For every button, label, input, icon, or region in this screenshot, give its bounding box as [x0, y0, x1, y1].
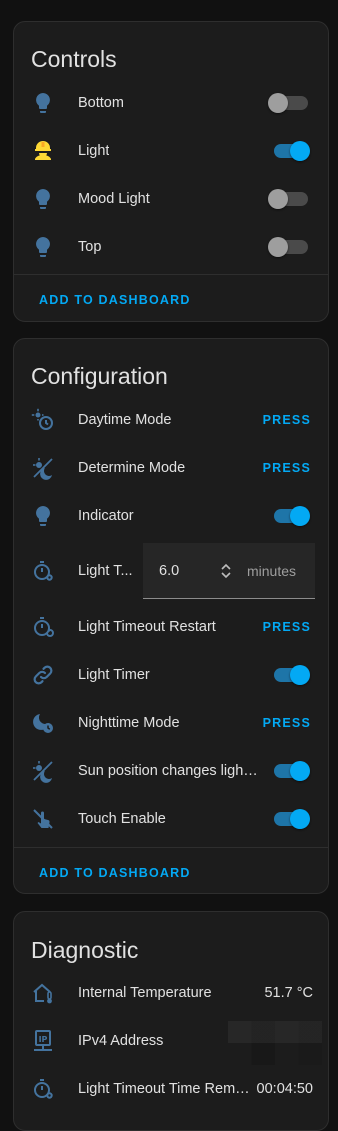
number-value: 6.0 [159, 563, 180, 579]
home-thermometer-icon [31, 981, 55, 1005]
press-button[interactable]: PRESS [263, 603, 311, 651]
entity-label: Top [78, 239, 102, 255]
entity-row-light-timeout-restart: Light Timeout Restart PRESS [14, 603, 328, 651]
sensor-value: 51.7 °C [264, 985, 313, 1001]
entity-label: Light [78, 143, 110, 159]
entity-label: Light Timer [78, 667, 150, 683]
spinner-arrows-icon[interactable] [220, 562, 232, 580]
svg-text:IP: IP [39, 1035, 48, 1044]
entity-row-light-timeout: Light T... 6.0 minutes [14, 543, 328, 599]
entity-row-indicator[interactable]: Indicator [14, 492, 328, 540]
entity-row-internal-temperature[interactable]: Internal Temperature 51.7 °C [14, 969, 328, 1017]
toggle-switch[interactable] [272, 665, 310, 685]
divider [14, 847, 328, 848]
lightbulb-icon [31, 504, 55, 528]
worker-helmet-icon [31, 139, 55, 163]
controls-card: Controls Bottom Light Mood Light Top ADD… [13, 21, 329, 322]
entity-label: Light T... [78, 563, 133, 579]
entity-row-daytime-mode: Daytime Mode PRESS [14, 396, 328, 444]
entity-label: Light Timeout Time Remai... [78, 1081, 254, 1097]
entity-row-light-timer[interactable]: Light Timer [14, 651, 328, 699]
redacted-value [228, 1021, 322, 1065]
entity-label: Touch Enable [78, 811, 166, 827]
toggle-switch[interactable] [272, 506, 310, 526]
entity-label: Sun position changes light ... [78, 763, 258, 779]
entity-row-nighttime-mode: Nighttime Mode PRESS [14, 699, 328, 747]
add-to-dashboard-button[interactable]: ADD TO DASHBOARD [39, 866, 191, 880]
card-title: Configuration [31, 363, 168, 389]
entity-label: Mood Light [78, 191, 150, 207]
card-title: Diagnostic [31, 937, 139, 963]
press-button[interactable]: PRESS [263, 444, 311, 492]
lightbulb-icon [31, 187, 55, 211]
entity-row-determine-mode: Determine Mode PRESS [14, 444, 328, 492]
ip-network-icon: IP [31, 1029, 55, 1053]
toggle-switch[interactable] [272, 141, 310, 161]
lightbulb-icon [31, 91, 55, 115]
entity-row-touch-enable[interactable]: Touch Enable [14, 795, 328, 843]
toggle-switch[interactable] [268, 189, 308, 209]
lightbulb-icon [31, 235, 55, 259]
toggle-switch[interactable] [268, 93, 308, 113]
entity-label: Indicator [78, 508, 134, 524]
toggle-switch[interactable] [272, 761, 310, 781]
entity-label: Bottom [78, 95, 124, 111]
diagnostic-card: Diagnostic Internal Temperature 51.7 °C … [13, 911, 329, 1131]
gesture-tap-off-icon [31, 807, 55, 831]
timer-refresh-icon [31, 615, 55, 639]
entity-row-ipv4-address[interactable]: IP IPv4 Address [14, 1017, 328, 1065]
toggle-switch[interactable] [272, 809, 310, 829]
entity-row-light[interactable]: Light [14, 127, 328, 175]
sensor-value: 00:04:50 [256, 1081, 313, 1097]
entity-row-mood-light[interactable]: Mood Light [14, 175, 328, 223]
moon-clock-icon [31, 711, 55, 735]
divider [14, 274, 328, 275]
entity-label: IPv4 Address [78, 1033, 164, 1049]
entity-label: Daytime Mode [78, 412, 172, 428]
timer-cog-icon [31, 1077, 55, 1101]
weather-sun-moon-icon [31, 759, 55, 783]
entity-label: Nighttime Mode [78, 715, 180, 731]
add-to-dashboard-button[interactable]: ADD TO DASHBOARD [39, 293, 191, 307]
entity-row-top[interactable]: Top [14, 223, 328, 271]
press-button[interactable]: PRESS [263, 699, 311, 747]
light-timeout-number-input[interactable]: 6.0 minutes [143, 543, 315, 599]
number-unit: minutes [247, 563, 297, 579]
clock-sun-icon [31, 408, 55, 432]
timer-cog-icon [31, 559, 55, 583]
link-icon [31, 663, 55, 687]
press-button[interactable]: PRESS [263, 396, 311, 444]
toggle-switch[interactable] [268, 237, 308, 257]
entity-label: Internal Temperature [78, 985, 212, 1001]
entity-row-bottom[interactable]: Bottom [14, 79, 328, 127]
entity-row-light-timeout-remaining[interactable]: Light Timeout Time Remai... 00:04:50 [14, 1065, 328, 1113]
configuration-card: Configuration Daytime Mode PRESS Determi… [13, 338, 329, 894]
entity-row-sun-position[interactable]: Sun position changes light ... [14, 747, 328, 795]
entity-label: Light Timeout Restart [78, 619, 216, 635]
entity-label: Determine Mode [78, 460, 186, 476]
weather-sun-moon-icon [31, 456, 55, 480]
card-title: Controls [31, 46, 117, 72]
